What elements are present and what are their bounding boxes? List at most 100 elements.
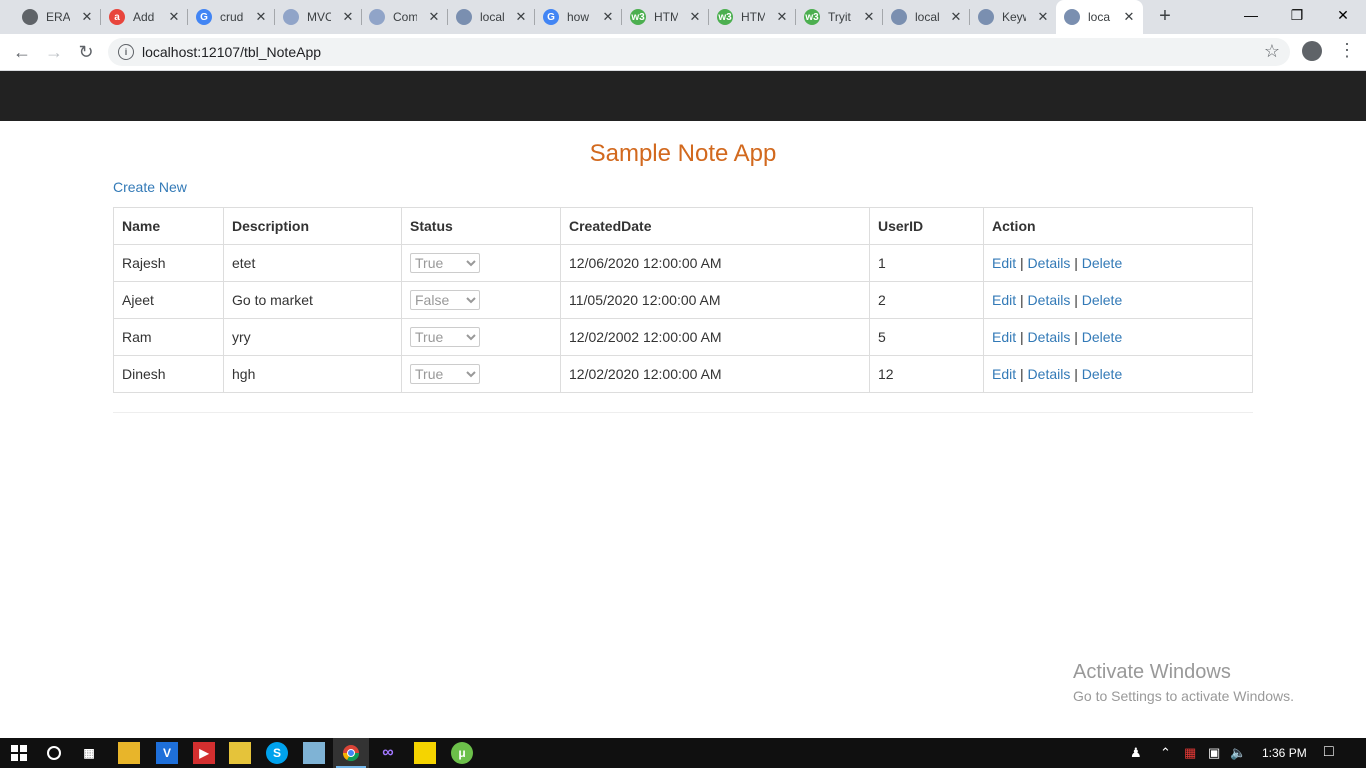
close-window-button[interactable]: ✕: [1320, 0, 1366, 30]
tab-close-icon[interactable]: ✕: [601, 9, 615, 25]
tab-favicon-icon: [22, 9, 38, 25]
tab-title: crud: [220, 10, 244, 24]
browser-tab[interactable]: w3 HTM ✕: [622, 0, 709, 34]
profile-avatar-icon[interactable]: [1302, 41, 1322, 61]
browser-tab[interactable]: Ghow ✕: [535, 0, 622, 34]
media-app-icon[interactable]: ▶: [193, 742, 215, 764]
browser-tab[interactable]: ERAI ✕: [14, 0, 101, 34]
tab-favicon-icon: G: [196, 9, 212, 25]
tab-close-icon[interactable]: ✕: [341, 9, 355, 25]
sticky-notes-icon[interactable]: [414, 742, 436, 764]
tab-close-icon[interactable]: ✕: [688, 9, 702, 25]
delete-link[interactable]: Delete: [1082, 366, 1122, 382]
browser-tab[interactable]: local ✕: [883, 0, 970, 34]
tab-favicon-icon: [978, 9, 994, 25]
status-select[interactable]: TrueFalse: [410, 327, 480, 347]
people-icon[interactable]: ♟: [1130, 745, 1142, 761]
clock[interactable]: 1:36 PM: [1262, 746, 1307, 760]
address-bar[interactable]: i localhost:12107/tbl_NoteApp ☆: [108, 38, 1290, 66]
forward-icon[interactable]: →: [42, 40, 66, 64]
volume-muted-icon[interactable]: 🔈: [1230, 745, 1246, 761]
bookmark-star-icon[interactable]: ☆: [1264, 41, 1280, 62]
action-separator: |: [1074, 292, 1078, 308]
status-select[interactable]: TrueFalse: [410, 364, 480, 384]
browser-tab[interactable]: loca ✕: [1056, 0, 1143, 34]
minimize-button[interactable]: —: [1228, 0, 1274, 30]
start-icon[interactable]: [8, 742, 30, 764]
edit-link[interactable]: Edit: [992, 366, 1016, 382]
skype-icon[interactable]: S: [266, 742, 288, 764]
antivirus-tray-icon[interactable]: ▦: [1184, 745, 1196, 761]
tab-favicon-icon: G: [543, 9, 559, 25]
browser-tab[interactable]: Keyw ✕: [970, 0, 1057, 34]
action-separator: |: [1020, 329, 1024, 345]
status-select[interactable]: TrueFalse: [410, 253, 480, 273]
browser-tab[interactable]: w3 Tryit ✕: [796, 0, 883, 34]
delete-link[interactable]: Delete: [1082, 329, 1122, 345]
tab-title: loca: [1088, 10, 1111, 24]
tab-close-icon[interactable]: ✕: [949, 9, 963, 25]
details-link[interactable]: Details: [1028, 255, 1071, 271]
delete-link[interactable]: Delete: [1082, 292, 1122, 308]
tab-close-icon[interactable]: ✕: [514, 9, 528, 25]
details-link[interactable]: Details: [1028, 329, 1071, 345]
cell-name: Ram: [113, 318, 224, 356]
tab-close-icon[interactable]: ✕: [775, 9, 789, 25]
tab-close-icon[interactable]: ✕: [167, 9, 181, 25]
file-explorer-icon[interactable]: [118, 742, 140, 764]
new-tab-button[interactable]: +: [1154, 5, 1176, 27]
edit-link[interactable]: Edit: [992, 329, 1016, 345]
edit-link[interactable]: Edit: [992, 255, 1016, 271]
browser-tab[interactable]: Gcrud ✕: [188, 0, 275, 34]
details-link[interactable]: Details: [1028, 366, 1071, 382]
url-text[interactable]: localhost:12107/tbl_NoteApp: [142, 44, 321, 60]
tab-close-icon[interactable]: ✕: [427, 9, 441, 25]
browser-tab[interactable]: a Add ✕: [101, 0, 188, 34]
chrome-icon[interactable]: [340, 742, 362, 764]
browser-tab[interactable]: MVC ✕: [275, 0, 362, 34]
tab-favicon-icon: [891, 9, 907, 25]
table-row: Rajeshetet TrueFalse 12/06/2020 12:00:00 A…: [113, 244, 1253, 282]
cell-description: Go to market: [223, 281, 402, 319]
browser-tab[interactable]: w3 HTM ✕: [709, 0, 796, 34]
cortana-icon[interactable]: [43, 742, 65, 764]
browser-menu-icon[interactable]: ⋮: [1338, 40, 1356, 61]
tab-close-icon[interactable]: ✕: [80, 9, 94, 25]
header-action: Action: [983, 207, 1253, 245]
cell-status: TrueFalse: [401, 281, 561, 319]
visual-studio-icon[interactable]: ∞: [377, 742, 399, 764]
tab-close-icon[interactable]: ✕: [862, 9, 876, 25]
cell-status: TrueFalse: [401, 318, 561, 356]
restore-button[interactable]: ❐: [1274, 0, 1320, 30]
task-view-icon[interactable]: ▦: [78, 742, 100, 764]
vs-code-icon[interactable]: V: [156, 742, 178, 764]
utorrent-icon[interactable]: μ: [451, 742, 473, 764]
tab-favicon-icon: w3: [717, 9, 733, 25]
site-navbar: [0, 71, 1366, 121]
network-icon[interactable]: ▣: [1208, 745, 1220, 761]
browser-tab[interactable]: Com ✕: [361, 0, 448, 34]
create-new-link[interactable]: Create New: [113, 179, 187, 195]
action-separator: |: [1020, 255, 1024, 271]
activate-windows-watermark: Activate Windows Go to Settings to activ…: [1073, 661, 1294, 704]
back-icon[interactable]: ←: [10, 40, 34, 64]
header-created-date: CreatedDate: [560, 207, 870, 245]
action-separator: |: [1020, 292, 1024, 308]
status-select[interactable]: TrueFalse: [410, 290, 480, 310]
edit-link[interactable]: Edit: [992, 292, 1016, 308]
site-info-icon[interactable]: i: [118, 44, 134, 60]
delete-link[interactable]: Delete: [1082, 255, 1122, 271]
sql-tool-icon[interactable]: [229, 742, 251, 764]
reload-icon[interactable]: ↻: [74, 40, 98, 64]
tab-close-icon[interactable]: ✕: [1122, 9, 1136, 25]
show-hidden-icons[interactable]: ⌃: [1160, 745, 1171, 761]
tab-close-icon[interactable]: ✕: [1036, 9, 1050, 25]
cell-userid: 2: [869, 281, 984, 319]
details-link[interactable]: Details: [1028, 292, 1071, 308]
tab-close-icon[interactable]: ✕: [254, 9, 268, 25]
notification-center-icon[interactable]: □: [1324, 743, 1334, 761]
browser-tab[interactable]: local ✕: [448, 0, 535, 34]
notepad-icon[interactable]: [303, 742, 325, 764]
tab-title: MVC: [307, 10, 331, 24]
activate-subtitle: Go to Settings to activate Windows.: [1073, 688, 1294, 704]
